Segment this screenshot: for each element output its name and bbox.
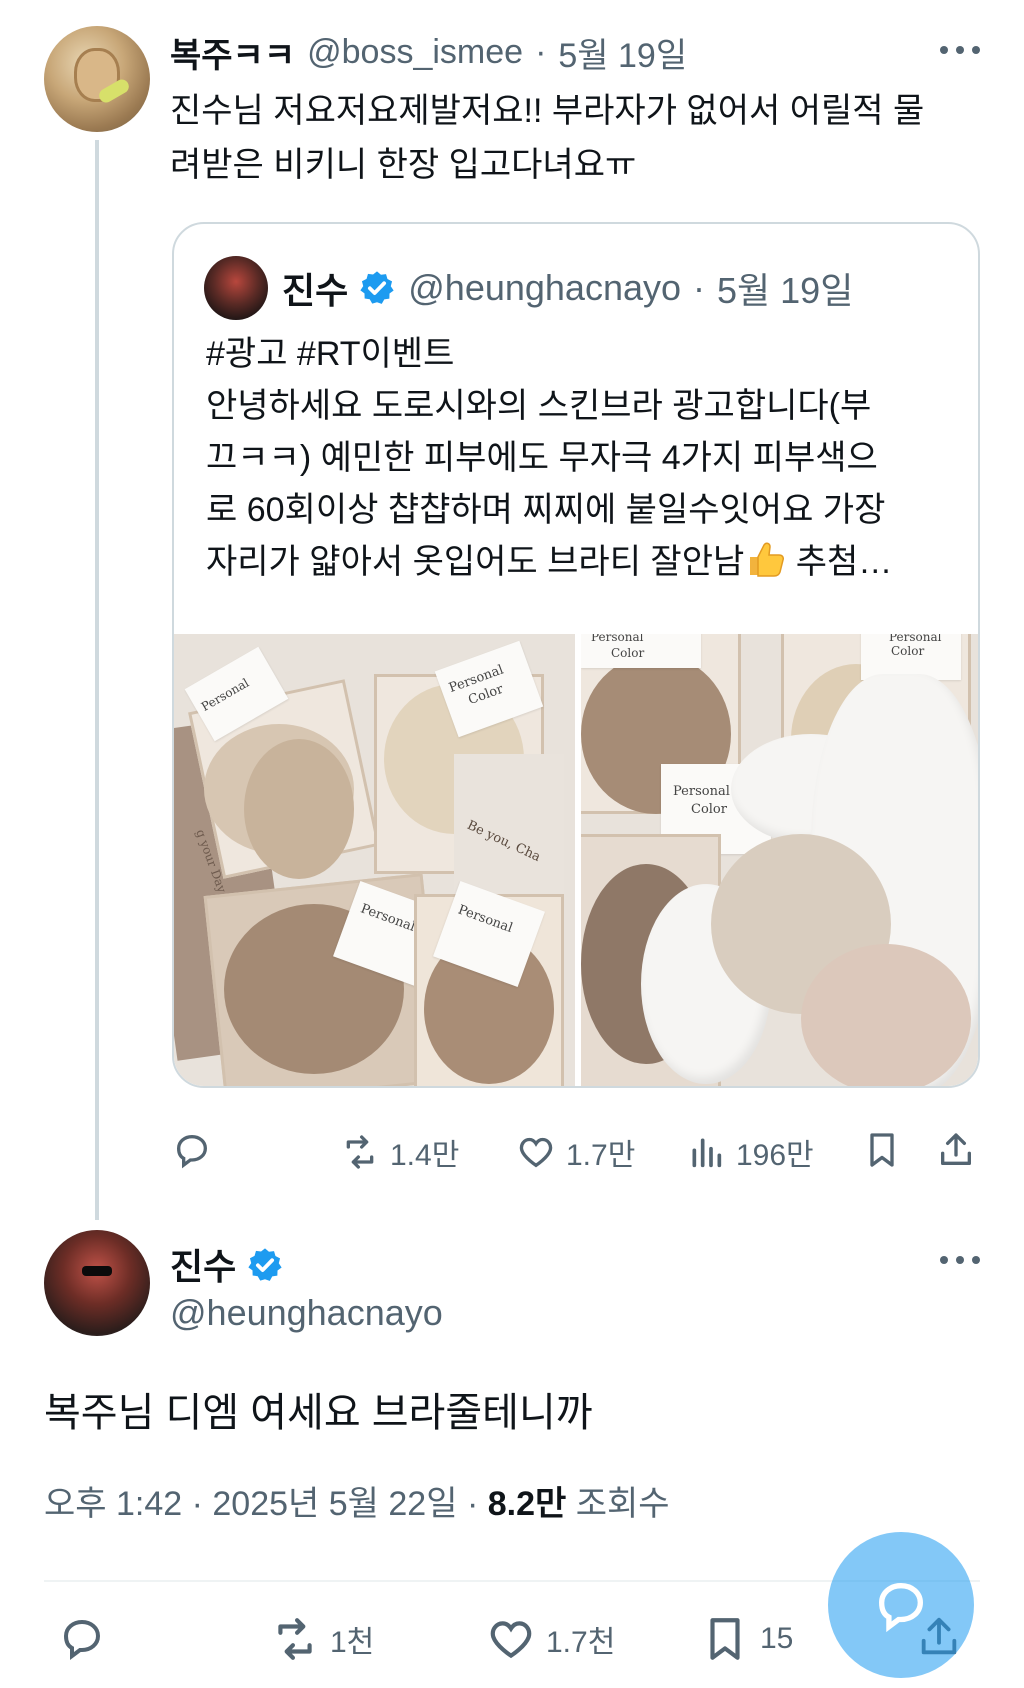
new-message-fab[interactable] (828, 1532, 974, 1678)
quote-text-line: 로 60회이상 챱챱하며 찌찌에 붙일수잇어요 가장 (206, 491, 886, 529)
quote-avatar (204, 256, 268, 320)
chat-bubble-icon (879, 1583, 923, 1633)
retweet-count: 1.4만 (390, 1139, 460, 1172)
quote-date: 5월 19일 (717, 270, 854, 311)
author-name[interactable]: 복주ㅋㅋ (170, 28, 295, 77)
like-count: 1.7만 (566, 1139, 636, 1172)
tweet-timestamp[interactable]: 오후 1:42 · 2025년 5월 22일 · (44, 1485, 488, 1523)
retweet-button[interactable]: 1.4만 (340, 1130, 459, 1174)
quote-text-line: 끄ㅋㅋ) 예민한 피부에도 무자극 4가지 피부색으 (206, 439, 878, 477)
bookmark-button[interactable] (862, 1130, 902, 1170)
sunglasses-graphic (82, 1266, 112, 1276)
reply-header: 복주ㅋㅋ @boss_ismee · 5월 19일 (170, 28, 687, 77)
author-name[interactable]: 진수 (170, 1238, 236, 1290)
bookmark-icon (710, 1618, 740, 1660)
quote-text-line: 자리가 얇아서 옷입어도 브라티 잘안남 추첨… (206, 536, 956, 588)
quote-author-handle: @heunghacnayo (408, 267, 682, 308)
avatar[interactable] (44, 1230, 150, 1336)
heart-icon (519, 1137, 553, 1168)
tweet-date[interactable]: 5월 19일 (558, 28, 687, 77)
verified-badge-icon (358, 269, 396, 307)
silicone-pad (801, 944, 971, 1086)
quote-text: #광고 #RT이벤트 안녕하세요 도로시와의 스킨브라 광고합니다(부 끄ㅋㅋ)… (206, 328, 956, 588)
retweet-button[interactable]: 1천 (270, 1614, 374, 1664)
reply-text: 진수님 저요저요제발저요!! 부라자가 없어서 어릴적 물 려받은 비키니 한장… (170, 84, 990, 192)
thumbs-up-icon (744, 539, 786, 579)
card-label: Color (691, 802, 727, 817)
reply-button[interactable] (58, 1614, 106, 1662)
tweet-text: 복주님 디엠 여세요 브라줄테니까 (44, 1391, 593, 1435)
quoted-tweet-card[interactable]: 진수 @heunghacnayo · 5월 19일 #광고 #RT이벤트 안녕하… (172, 222, 980, 1088)
retweet-count: 1천 (330, 1626, 375, 1659)
views-count: 196만 (736, 1139, 814, 1172)
card-label: Personal (198, 675, 252, 714)
separator: · (693, 267, 706, 308)
like-button[interactable]: 1.7천 (486, 1614, 615, 1664)
retweet-icon (346, 1135, 374, 1169)
quote-text-line: 안녕하세요 도로시와의 스킨브라 광고합니다(부 (206, 387, 872, 425)
card-label: Personal (358, 901, 418, 935)
quote-header: 진수 @heunghacnayo · 5월 19일 (282, 262, 853, 314)
bookmark-icon (870, 1133, 894, 1167)
card-label: Personal (455, 902, 515, 937)
quote-author-name: 진수 (282, 270, 349, 311)
reply-text-line: 진수님 저요저요제발저요!! 부라자가 없어서 어릴적 물 (170, 92, 925, 130)
product-photo-right[interactable]: Personal Color Personal Color Personal Colo… (581, 634, 978, 1086)
card-label: Personal (673, 784, 730, 799)
separator: · (535, 32, 547, 71)
box-label: Be you, Cha (464, 817, 543, 866)
author-name-row[interactable]: 진수 (170, 1240, 284, 1288)
card-label: Color (611, 646, 645, 660)
quote-text-fragment: 자리가 얇아서 옷입어도 브라티 잘안남 (206, 543, 745, 581)
tweet-meta: 오후 1:42 · 2025년 5월 22일 · 8.2만 조회수 (44, 1476, 670, 1525)
heart-icon (490, 1621, 532, 1659)
more-options-icon[interactable] (940, 1254, 980, 1266)
more-options-icon[interactable] (940, 44, 980, 56)
reply-icon (176, 1134, 208, 1169)
views-count: 8.2만 (487, 1485, 567, 1523)
card-label: Color (891, 644, 925, 658)
views-label: 조회수 (566, 1485, 670, 1523)
verified-badge-icon (246, 1245, 284, 1283)
card-label: Personal (889, 634, 942, 644)
reply-text-line: 려받은 비키니 한장 입고다녀요ㅠ (170, 146, 637, 184)
author-handle[interactable]: @boss_ismee (307, 33, 523, 72)
media-grid: Personal Personal Color Be you, Cha Perso… (174, 634, 978, 1086)
share-icon (941, 1133, 971, 1165)
avatar[interactable] (44, 26, 150, 132)
card-label: Personal (591, 634, 644, 644)
views-button[interactable]: 196만 (686, 1130, 814, 1174)
like-button[interactable]: 1.7만 (516, 1130, 635, 1174)
bookmark-button[interactable]: 15 (700, 1614, 793, 1664)
like-count: 1.7천 (546, 1626, 616, 1659)
bookmark-count: 15 (760, 1622, 794, 1655)
quote-text-line: #광고 #RT이벤트 (206, 335, 455, 373)
share-button[interactable] (936, 1130, 976, 1170)
views-chart-icon (692, 1138, 722, 1168)
silicone-pad (244, 739, 354, 879)
retweet-icon (278, 1618, 312, 1660)
quote-text-fragment: 추첨… (786, 543, 893, 581)
author-handle[interactable]: @heunghacnayo (170, 1292, 443, 1334)
thread-line (95, 140, 99, 1220)
product-photo-left[interactable]: Personal Personal Color Be you, Cha Perso… (174, 634, 575, 1086)
personal-color-card: Personal Color (581, 634, 701, 668)
reply-button[interactable] (172, 1130, 212, 1170)
reply-icon (63, 1619, 101, 1660)
